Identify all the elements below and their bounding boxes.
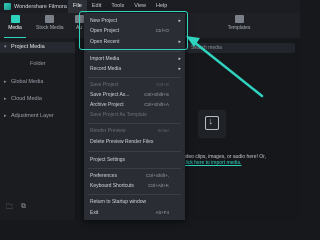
menu-item-label: Project Settings <box>90 157 126 163</box>
menu-item-label: Save Project <box>90 82 119 88</box>
menu-item-label: Render Preview <box>90 128 126 134</box>
menu-item-save-as-template[interactable]: Save Project As Template <box>84 110 185 120</box>
shortcut-text: Ctrl+Shift+S <box>144 92 169 97</box>
menu-separator <box>88 77 181 78</box>
menu-separator <box>88 51 181 52</box>
media-icon <box>10 15 20 23</box>
tab-media-label: Media <box>8 25 22 31</box>
import-folder-icon[interactable]: ⧉ <box>21 203 26 214</box>
filmora-logo-icon <box>4 3 11 10</box>
menu-item-save-project-as[interactable]: Save Project As... Ctrl+Shift+S <box>84 90 185 100</box>
menu-item-exit[interactable]: Exit Alt+F4 <box>84 208 185 218</box>
shortcut-text: Enter <box>158 128 169 133</box>
menu-item-save-project[interactable]: Save Project Ctrl+S <box>84 80 185 90</box>
menu-item-delete-preview-render-files[interactable]: Delete Preview Render Files <box>84 137 185 147</box>
dropzone-text: video clips, images, or audio here! Or, … <box>182 154 300 166</box>
sidebar-item-label: Global Media <box>11 79 44 85</box>
sidebar-item-folder[interactable]: Folder <box>0 59 75 70</box>
submenu-arrow-icon: ▸ <box>178 56 181 62</box>
menu-item-label: Save Project As Template <box>90 112 147 118</box>
search-input[interactable]: Search media <box>187 43 295 53</box>
menu-separator <box>88 194 181 195</box>
tab-templates-label: Templates <box>227 25 251 31</box>
tab-stock-media-label: Stock Media <box>36 25 64 31</box>
sidebar-item-global-media[interactable]: ▸ Global Media <box>0 77 75 88</box>
app-title: Wondershare Filmora <box>14 3 67 10</box>
menu-separator <box>88 123 181 124</box>
menu-item-label: Import Media <box>90 56 120 62</box>
menu-item-label: Preferences <box>90 173 117 179</box>
caret-right-icon: ▸ <box>4 113 7 119</box>
menu-item-label: Record Media <box>90 66 122 72</box>
sidebar-item-label: Folder <box>30 61 46 67</box>
menu-item-keyboard-shortcuts[interactable]: Keyboard Shortcuts Ctrl+Alt+K <box>84 181 185 191</box>
menu-item-label: Delete Preview Render Files <box>90 139 154 145</box>
media-sidebar: ▾ Project Media Folder ▸ Global Media ▸ Clo… <box>0 38 75 220</box>
menu-item-label: Keyboard Shortcuts <box>90 183 134 189</box>
menu-item-record-media[interactable]: Record Media ▸ <box>84 64 185 74</box>
menu-item-import-media[interactable]: Import Media ▸ <box>84 54 185 64</box>
menu-item-archive-project[interactable]: Archive Project Ctrl+Shift+A <box>84 100 185 110</box>
shortcut-text: Alt+F4 <box>155 210 169 215</box>
menu-item-label: Save Project As... <box>90 92 130 98</box>
menu-item-label: Return to Startup window <box>90 199 147 205</box>
submenu-arrow-icon: ▸ <box>178 66 181 72</box>
tab-stock-media[interactable]: Stock Media <box>36 15 64 37</box>
shortcut-text: Ctrl+Alt+K <box>148 183 169 188</box>
shortcut-text: Ctrl+Shift+, <box>146 173 169 178</box>
sidebar-item-adjustment-layer[interactable]: ▸ Adjustment Layer <box>0 111 75 122</box>
menu-item-preferences[interactable]: Preferences Ctrl+Shift+, <box>84 171 185 181</box>
tab-templates[interactable]: Templates <box>226 15 252 37</box>
menu-item-return-to-startup[interactable]: Return to Startup window <box>84 197 185 207</box>
shortcut-text: Ctrl+Shift+A <box>144 102 169 107</box>
tab-media[interactable]: Media <box>2 15 28 38</box>
new-folder-icon[interactable]: 🗀 <box>6 203 13 214</box>
menu-item-label: Archive Project <box>90 102 124 108</box>
templates-icon <box>234 15 244 23</box>
sidebar-item-label: Adjustment Layer <box>11 113 54 119</box>
shortcut-text: Ctrl+S <box>156 82 169 87</box>
caret-down-icon: ▾ <box>4 44 7 50</box>
menu-separator <box>88 168 181 169</box>
menu-item-label: Exit <box>90 210 99 216</box>
menu-item-project-settings[interactable]: Project Settings <box>84 155 185 165</box>
sidebar-item-cloud-media[interactable]: ▸ Cloud Media <box>0 94 75 105</box>
menu-item-render-preview[interactable]: Render Preview Enter <box>84 126 185 136</box>
sidebar-footer: 🗀 ⧉ <box>6 203 26 214</box>
import-media-button[interactable] <box>198 110 226 138</box>
sidebar-item-label: Cloud Media <box>11 96 42 102</box>
import-download-icon <box>205 116 219 130</box>
stock-media-icon <box>44 15 54 23</box>
sidebar-item-label: Project Media <box>11 44 45 50</box>
caret-right-icon: ▸ <box>4 79 7 85</box>
highlight-box <box>79 11 188 50</box>
caret-right-icon: ▸ <box>4 96 7 102</box>
sidebar-item-project-media[interactable]: ▾ Project Media <box>0 42 75 53</box>
import-media-link[interactable]: Click here to import media. <box>182 160 300 166</box>
menu-separator <box>88 151 181 152</box>
